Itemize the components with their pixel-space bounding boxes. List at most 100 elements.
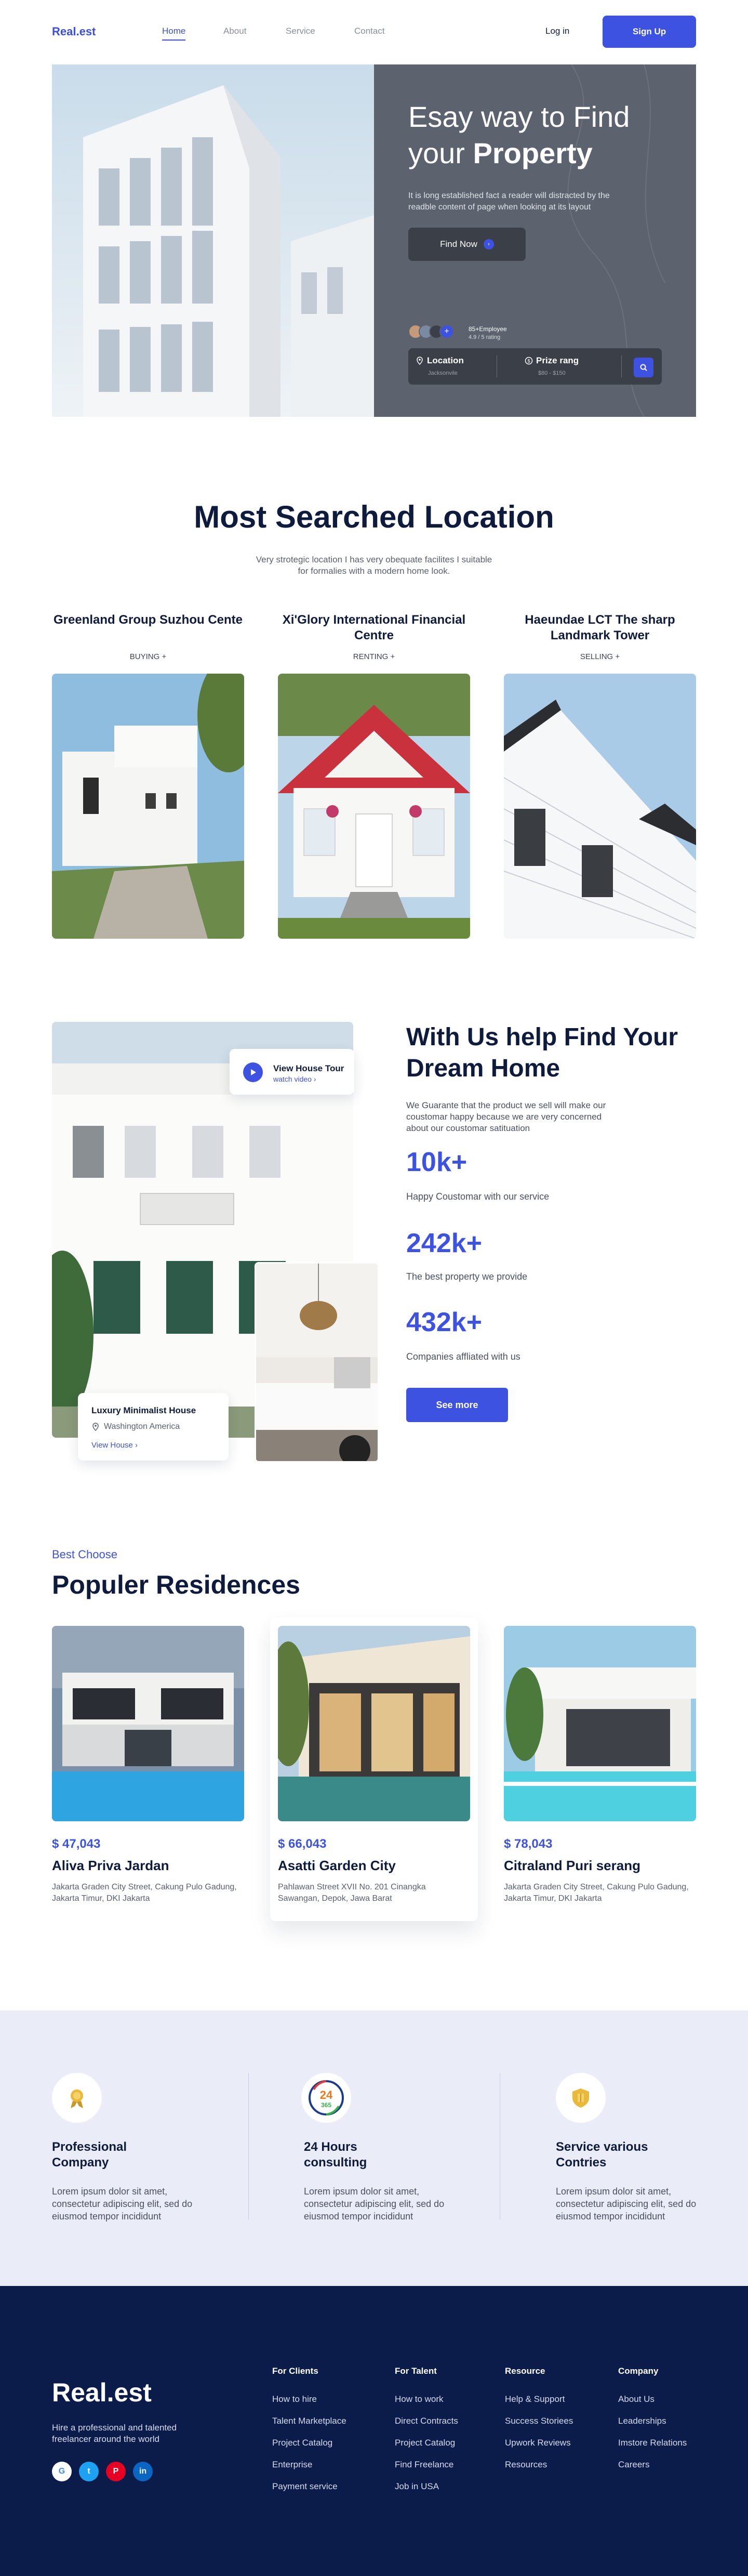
see-more-button[interactable]: See more <box>406 1388 508 1422</box>
tour-sub-label: watch video <box>273 1075 312 1083</box>
tag-label: RENTING <box>353 652 389 661</box>
tour-subtitle: watch video › <box>273 1075 316 1083</box>
house-title: Luxury Minimalist House <box>91 1405 196 1415</box>
play-icon <box>243 1062 263 1082</box>
footer-link[interactable]: Resources <box>505 2460 547 2470</box>
footer-link[interactable]: Imstore Relations <box>618 2438 687 2448</box>
search-button[interactable] <box>634 358 653 377</box>
residence-image-3[interactable] <box>504 1626 696 1821</box>
feature-desc-2: Lorem ipsum dolor sit amet, consectetur … <box>304 2186 445 2222</box>
feature-title-2: 24 Hours consulting <box>304 2139 367 2171</box>
stat-number-3: 432k+ <box>406 1307 483 1337</box>
house-tour-card[interactable]: View House Tour watch video › <box>230 1049 354 1095</box>
feature-desc-1: Lorem ipsum dolor sit amet, consectetur … <box>52 2186 193 2222</box>
residences-kicker: Best Choose <box>52 1548 117 1561</box>
footer-col-head-clients: For Clients <box>272 2366 318 2376</box>
plus-icon: + <box>162 652 167 661</box>
footer-link[interactable]: How to hire <box>272 2394 317 2404</box>
feature-title-1: Professional Company <box>52 2139 127 2171</box>
location-label: Location <box>427 356 464 365</box>
nav-about[interactable]: About <box>223 26 246 36</box>
stat-label-1: Happy Coustomar with our service <box>406 1191 550 1202</box>
house-location: Washington America <box>91 1422 180 1431</box>
location-name-1: Greenland Group Suzhou Cente <box>53 613 243 627</box>
social-links: G t P in <box>52 2462 153 2481</box>
location-tag-1[interactable]: BUYING + <box>52 652 244 661</box>
footer-col-head-resource: Resource <box>505 2366 545 2376</box>
footer-link[interactable]: Upwork Reviews <box>505 2438 571 2448</box>
location-name-2: Xi'Glory International Financial Centre <box>282 613 466 642</box>
help-description: We Guarante that the product we sell wil… <box>406 1100 606 1133</box>
badge-hours-text: 24 <box>320 2088 333 2101</box>
residence-image-2[interactable] <box>278 1626 470 1821</box>
feature-title-1-line1: Professional <box>52 2140 127 2154</box>
location-image-2[interactable] <box>278 674 470 939</box>
employee-avatars: + <box>408 324 454 339</box>
stat-label-3: Companies affliated with us <box>406 1351 520 1362</box>
location-field[interactable]: Location <box>416 356 464 366</box>
footer-link[interactable]: Enterprise <box>272 2460 312 2470</box>
locations-title: Most Searched Location <box>194 500 554 534</box>
tag-label: BUYING <box>129 652 160 661</box>
signup-button[interactable]: Sign Up <box>603 16 696 48</box>
residence-name-2[interactable]: Asatti Garden City <box>278 1858 396 1874</box>
footer-link[interactable]: About Us <box>618 2394 654 2404</box>
view-house-label: View House <box>91 1441 133 1450</box>
location-image-3[interactable] <box>504 674 696 939</box>
logo[interactable]: Real.est <box>52 25 96 38</box>
linkedin-icon[interactable]: in <box>133 2462 153 2481</box>
pinterest-icon[interactable]: P <box>106 2462 126 2481</box>
footer-logo[interactable]: Real.est <box>52 2377 152 2408</box>
locations-subtitle: Very strotegic location I has very obequ… <box>256 555 492 576</box>
house-location-label: Washington America <box>104 1422 180 1431</box>
feature-title-2-line1: 24 Hours <box>304 2140 357 2154</box>
footer-link[interactable]: Careers <box>618 2460 649 2470</box>
nav-service[interactable]: Service <box>286 26 315 36</box>
footer-link[interactable]: Success Storiees <box>505 2416 573 2426</box>
footer-link[interactable]: How to work <box>395 2394 444 2404</box>
help-title: With Us help Find Your Dream Home <box>406 1023 678 1082</box>
find-now-button[interactable]: Find Now › <box>408 228 526 261</box>
footer-link[interactable]: Job in USA <box>395 2481 439 2492</box>
location-tag-3[interactable]: SELLING + <box>504 652 696 661</box>
nav-home[interactable]: Home <box>162 26 186 41</box>
footer-link[interactable]: Help & Support <box>505 2394 565 2404</box>
login-link[interactable]: Log in <box>545 26 569 36</box>
divider <box>621 356 622 377</box>
chevron-right-icon: › <box>313 1075 316 1083</box>
footer-link[interactable]: Leaderships <box>618 2416 666 2426</box>
feature-title-3: Service various Contries <box>556 2139 648 2171</box>
footer-link[interactable]: Payment service <box>272 2481 338 2492</box>
location-image-1[interactable] <box>52 674 244 939</box>
residence-name-3[interactable]: Citraland Puri serang <box>504 1858 640 1874</box>
chevron-right-icon: › <box>135 1441 138 1450</box>
search-icon <box>640 364 647 371</box>
clock-24-hours-icon: 24 365 <box>301 2073 351 2123</box>
footer-link[interactable]: Project Catalog <box>272 2438 332 2448</box>
residence-address-3: Jakarta Graden City Street, Cakung Pulo … <box>504 1883 689 1903</box>
stat-number-2: 242k+ <box>406 1228 483 1258</box>
footer-link[interactable]: Find Freelance <box>395 2460 453 2470</box>
residence-name-1[interactable]: Aliva Priva Jardan <box>52 1858 169 1874</box>
residences-title: Populer Residences <box>52 1570 300 1599</box>
residence-image-1[interactable] <box>52 1626 244 1821</box>
google-icon[interactable]: G <box>52 2462 72 2481</box>
price-tag-icon: $ <box>525 357 533 365</box>
footer-link[interactable]: Direct Contracts <box>395 2416 458 2426</box>
house-info-card[interactable]: Luxury Minimalist House Washington Ameri… <box>78 1393 229 1461</box>
residence-address-2: Pahlawan Street XVII No. 201 Cinangka Sa… <box>278 1883 426 1903</box>
price-range-field[interactable]: $ Prize rang <box>525 356 579 366</box>
tag-label: SELLING <box>580 652 613 661</box>
twitter-icon[interactable]: t <box>79 2462 99 2481</box>
award-medal-icon <box>52 2073 102 2123</box>
arrow-right-icon: › <box>483 239 494 249</box>
view-house-link[interactable]: View House › <box>91 1441 138 1450</box>
footer-link[interactable]: Talent Marketplace <box>272 2416 346 2426</box>
plus-icon: + <box>390 652 395 661</box>
hero-title: Esay way to Find your Property <box>408 99 668 172</box>
nav-contact[interactable]: Contact <box>354 26 385 36</box>
footer-link[interactable]: Project Catalog <box>395 2438 455 2448</box>
location-tag-2[interactable]: RENTING + <box>278 652 470 661</box>
shield-globe-icon <box>556 2073 606 2123</box>
divider <box>248 2073 249 2219</box>
